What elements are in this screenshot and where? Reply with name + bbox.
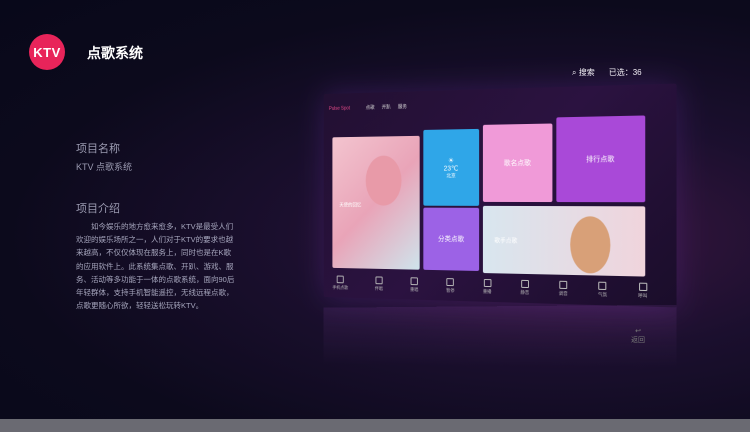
back-icon: ↩ [635,328,641,335]
control-pause[interactable]: 暂停 [446,278,455,294]
weather-temp: 23℃ [443,165,459,173]
singer-person [570,216,611,274]
weather-tile[interactable]: ☀ 23℃ 北京 [423,128,480,206]
tv-tabs: 点歌 开趴 服务 [366,103,407,111]
project-intro-text: 如今娱乐的地方愈来愈多，KTV是最受人们欢迎的娱乐场所之一，人们对于KTV的要求… [76,222,235,311]
control-tune[interactable]: 调音 [559,280,568,297]
hero-label: 天使的回忆 [339,202,362,209]
singer-tile[interactable]: 歌手点歌 [482,205,646,277]
control-bar: 手机点歌 伴唱 重唱 暂停 重播 静音 调音 气氛 呼叫 [332,275,647,299]
control-mute[interactable]: 静音 [520,279,529,296]
singer-label: 歌手点歌 [494,238,518,245]
tv-reflection [323,304,677,368]
tab-song[interactable]: 点歌 [366,104,375,111]
hero-person [365,155,402,206]
weather-icon: ☀ [448,157,454,165]
ranking-label: 排行点歌 [586,156,615,164]
tab-service[interactable]: 服务 [398,103,407,110]
project-name-label: 项目名称 [76,143,120,155]
control-ambience[interactable]: 气氛 [598,281,607,299]
search-button[interactable]: ⌕ 搜索 [572,67,595,78]
back-button[interactable]: ↩ 返回 [631,327,645,345]
song-search-tile[interactable]: 歌名点歌 [482,123,553,203]
tv-top-right: ⌕ 搜索 已选：36 [572,67,642,78]
weather-city: 北京 [446,172,456,179]
brand-title: 点歌系统 [87,43,143,63]
ranking-tile[interactable]: 排行点歌 [556,115,646,203]
category-label: 分类点歌 [438,235,465,244]
category-tile[interactable]: 分类点歌 [423,207,480,271]
tv-screen: Pulse Spot 点歌 开趴 服务 天使的回忆 ☀ 23℃ 北京 歌名点歌 … [323,83,677,308]
app-title: 点歌系统 [87,45,143,61]
tab-party[interactable]: 开趴 [382,104,391,111]
hero-tile[interactable]: 天使的回忆 [332,135,420,270]
song-search-label: 歌名点歌 [503,159,531,168]
logo-text: KTV [33,44,61,60]
ktv-logo: KTV [29,34,65,70]
control-call[interactable]: 呼叫 [638,282,647,300]
control-phone[interactable]: 手机点歌 [332,275,348,291]
control-repeat[interactable]: 重播 [483,278,491,295]
selected-count[interactable]: 已选：36 [609,67,642,78]
control-replay-song[interactable]: 重唱 [410,277,418,293]
tv-brand: Pulse Spot [328,105,351,112]
project-name-value: KTV 点歌系统 [76,162,133,172]
project-intro-label: 项目介绍 [76,203,120,215]
bottom-stripe [0,419,750,432]
control-accompany[interactable]: 伴唱 [375,276,383,292]
